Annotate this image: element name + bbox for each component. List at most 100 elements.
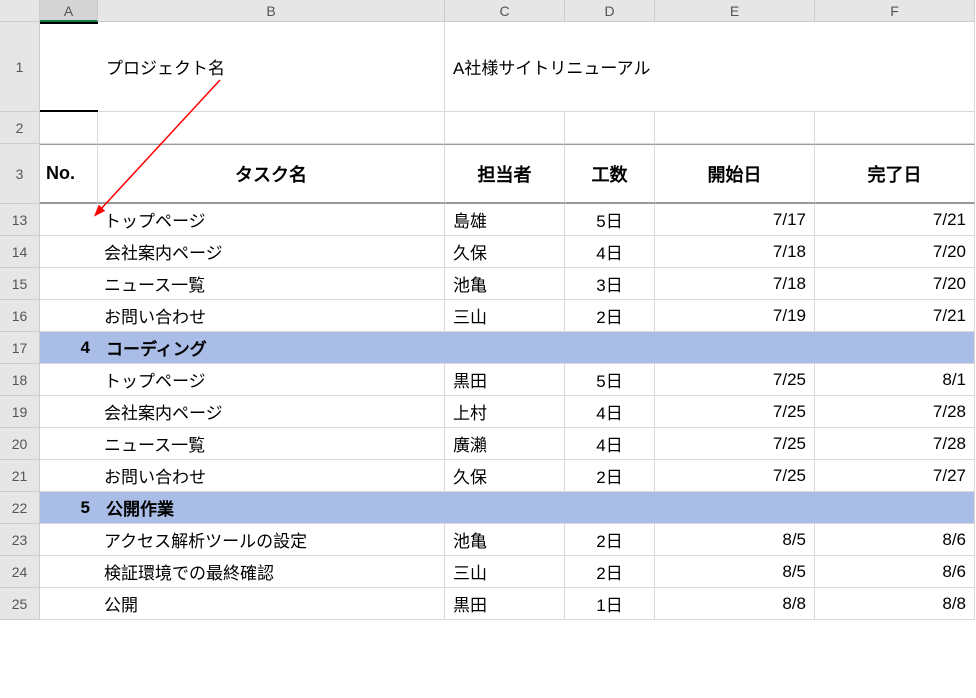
cell-no[interactable] xyxy=(40,428,98,460)
cell-gap[interactable] xyxy=(40,112,98,144)
col-header-A[interactable]: A xyxy=(40,0,98,22)
cell-task[interactable]: トップページ xyxy=(98,364,445,396)
cell-gap[interactable] xyxy=(565,112,655,144)
cell-end[interactable]: 7/28 xyxy=(815,428,975,460)
cell-effort[interactable]: 5日 xyxy=(565,204,655,236)
cell-start[interactable]: 8/5 xyxy=(655,524,815,556)
cell-end[interactable]: 8/8 xyxy=(815,588,975,620)
cell-gap[interactable] xyxy=(655,112,815,144)
section-no: 4 xyxy=(40,332,98,364)
select-all-corner[interactable] xyxy=(0,0,40,22)
cell-assignee[interactable]: 廣瀨 xyxy=(445,428,565,460)
row-header[interactable]: 1 xyxy=(0,22,40,112)
cell-end[interactable]: 7/21 xyxy=(815,300,975,332)
cell-start[interactable]: 8/5 xyxy=(655,556,815,588)
cell-no[interactable] xyxy=(40,268,98,300)
cell-start[interactable]: 7/18 xyxy=(655,268,815,300)
cell-end[interactable]: 7/20 xyxy=(815,268,975,300)
col-header-B[interactable]: B xyxy=(98,0,445,22)
row-header[interactable]: 19 xyxy=(0,396,40,428)
cell-start[interactable]: 7/19 xyxy=(655,300,815,332)
cell-end[interactable]: 7/27 xyxy=(815,460,975,492)
cell-task[interactable]: 会社案内ページ xyxy=(98,396,445,428)
row-header[interactable]: 22 xyxy=(0,492,40,524)
cell-end[interactable]: 7/21 xyxy=(815,204,975,236)
cell-assignee[interactable]: 島雄 xyxy=(445,204,565,236)
cell-task[interactable]: お問い合わせ xyxy=(98,460,445,492)
row-header[interactable]: 18 xyxy=(0,364,40,396)
cell-task[interactable]: 公開 xyxy=(98,588,445,620)
cell-assignee[interactable]: 上村 xyxy=(445,396,565,428)
row-header[interactable]: 25 xyxy=(0,588,40,620)
row-header[interactable]: 20 xyxy=(0,428,40,460)
cell-end[interactable]: 7/20 xyxy=(815,236,975,268)
cell-effort[interactable]: 5日 xyxy=(565,364,655,396)
header-end: 完了日 xyxy=(815,144,975,204)
cell-task[interactable]: 検証環境での最終確認 xyxy=(98,556,445,588)
cell-no[interactable] xyxy=(40,236,98,268)
cell-end[interactable]: 8/1 xyxy=(815,364,975,396)
cell-assignee[interactable]: 三山 xyxy=(445,300,565,332)
cell-assignee[interactable]: 池亀 xyxy=(445,268,565,300)
cell-effort[interactable]: 1日 xyxy=(565,588,655,620)
row-header[interactable]: 16 xyxy=(0,300,40,332)
cell-no[interactable] xyxy=(40,524,98,556)
cell-end[interactable]: 8/6 xyxy=(815,556,975,588)
cell-effort[interactable]: 3日 xyxy=(565,268,655,300)
cell-effort[interactable]: 4日 xyxy=(565,428,655,460)
cell-gap[interactable] xyxy=(98,112,445,144)
cell-assignee[interactable]: 池亀 xyxy=(445,524,565,556)
row-header[interactable]: 23 xyxy=(0,524,40,556)
cell-effort[interactable]: 2日 xyxy=(565,556,655,588)
cell-gap[interactable] xyxy=(815,112,975,144)
col-header-D[interactable]: D xyxy=(565,0,655,22)
cell-task[interactable]: トップページ xyxy=(98,204,445,236)
cell-start[interactable]: 7/18 xyxy=(655,236,815,268)
cell-effort[interactable]: 2日 xyxy=(565,300,655,332)
col-header-F[interactable]: F xyxy=(815,0,975,22)
cell-no[interactable] xyxy=(40,364,98,396)
cell-gap[interactable] xyxy=(445,112,565,144)
cell-end[interactable]: 8/6 xyxy=(815,524,975,556)
cell-start[interactable]: 7/25 xyxy=(655,460,815,492)
row-header[interactable]: 15 xyxy=(0,268,40,300)
cell-no[interactable] xyxy=(40,556,98,588)
cell-task[interactable]: お問い合わせ xyxy=(98,300,445,332)
col-header-E[interactable]: E xyxy=(655,0,815,22)
cell-no[interactable] xyxy=(40,588,98,620)
row-header[interactable]: 21 xyxy=(0,460,40,492)
row-header[interactable]: 14 xyxy=(0,236,40,268)
row-header[interactable]: 13 xyxy=(0,204,40,236)
cell-effort[interactable]: 4日 xyxy=(565,236,655,268)
project-label: プロジェクト名 xyxy=(98,22,445,112)
row-header[interactable]: 24 xyxy=(0,556,40,588)
cell-task[interactable]: アクセス解析ツールの設定 xyxy=(98,524,445,556)
cell-task[interactable]: ニュース一覧 xyxy=(98,428,445,460)
cell-no[interactable] xyxy=(40,396,98,428)
cell-start[interactable]: 8/8 xyxy=(655,588,815,620)
cell-no[interactable] xyxy=(40,300,98,332)
cell-end[interactable]: 7/28 xyxy=(815,396,975,428)
spreadsheet-grid[interactable]: ABCDEF1プロジェクト名A社様サイトリニューアル23No.タスク名担当者工数… xyxy=(0,0,976,620)
cell-start[interactable]: 7/25 xyxy=(655,428,815,460)
cell-effort[interactable]: 4日 xyxy=(565,396,655,428)
cell-effort[interactable]: 2日 xyxy=(565,460,655,492)
cell-A1[interactable] xyxy=(40,22,98,112)
col-header-C[interactable]: C xyxy=(445,0,565,22)
row-header[interactable]: 3 xyxy=(0,144,40,204)
cell-assignee[interactable]: 久保 xyxy=(445,460,565,492)
cell-assignee[interactable]: 黒田 xyxy=(445,364,565,396)
cell-start[interactable]: 7/25 xyxy=(655,396,815,428)
cell-effort[interactable]: 2日 xyxy=(565,524,655,556)
cell-task[interactable]: 会社案内ページ xyxy=(98,236,445,268)
cell-no[interactable] xyxy=(40,204,98,236)
row-header[interactable]: 17 xyxy=(0,332,40,364)
cell-assignee[interactable]: 三山 xyxy=(445,556,565,588)
cell-start[interactable]: 7/17 xyxy=(655,204,815,236)
cell-start[interactable]: 7/25 xyxy=(655,364,815,396)
cell-assignee[interactable]: 黒田 xyxy=(445,588,565,620)
cell-no[interactable] xyxy=(40,460,98,492)
row-header[interactable]: 2 xyxy=(0,112,40,144)
cell-assignee[interactable]: 久保 xyxy=(445,236,565,268)
cell-task[interactable]: ニュース一覧 xyxy=(98,268,445,300)
